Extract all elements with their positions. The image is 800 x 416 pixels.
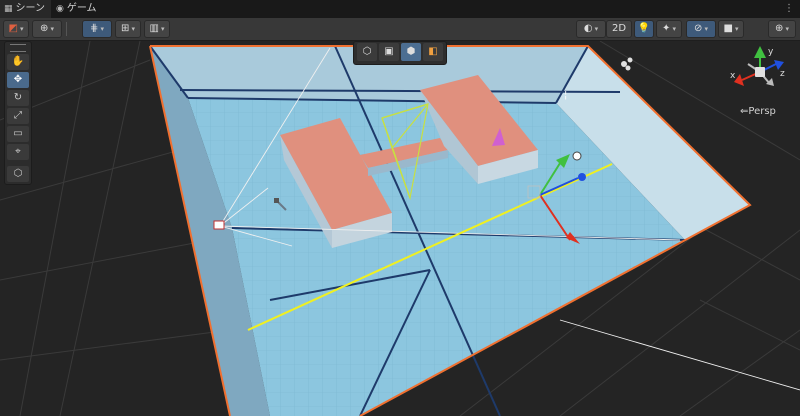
tab-bar: ▦ シーン ◉ ゲーム ⋮ bbox=[0, 0, 800, 19]
move-icon: ✥ bbox=[13, 74, 23, 85]
gamepad-icon: ◉ bbox=[56, 4, 64, 14]
scene-render: ¦ bbox=[0, 41, 800, 416]
globe-icon: ⊕ bbox=[40, 23, 49, 34]
mode-2d-button[interactable]: 2D bbox=[606, 20, 632, 38]
chevron-down-icon: ▾ bbox=[594, 25, 599, 33]
light-bulb-icon: 💡 bbox=[637, 23, 651, 34]
draw-mode-button[interactable]: ◩ ▾ bbox=[3, 20, 29, 38]
projection-label[interactable]: ⇐Persp bbox=[740, 106, 776, 117]
more-options-icon[interactable]: ⋮ bbox=[784, 0, 794, 18]
overlay-toolbar: ⬡ ▣ ⬢ ◧ bbox=[353, 41, 447, 65]
custom-tool-button[interactable]: ⬡ bbox=[7, 166, 29, 182]
scene-toolbar: ◩ ▾ ⊕ ▾ ⋕ ▾ ⊞ ▾ ▥ ▾ ◐ ▾ 2D 💡 ✦ ▾ ⊘ ▾ ■ ▾ ⊕ ▾ bbox=[0, 18, 800, 41]
camera-icon: ■ bbox=[723, 23, 733, 34]
scene-light-button[interactable]: 💡 bbox=[634, 20, 654, 38]
effects-button[interactable]: ✦ ▾ bbox=[656, 20, 682, 38]
gizmos-icon: ⊕ bbox=[775, 23, 784, 34]
chevron-down-icon: ▾ bbox=[734, 25, 739, 33]
rotate-icon: ↻ bbox=[13, 92, 23, 103]
mode-2d-label: 2D bbox=[611, 23, 627, 34]
chevron-down-icon: ▾ bbox=[100, 25, 104, 33]
visibility-button[interactable]: ⊘ ▾ bbox=[686, 20, 716, 38]
chevron-down-icon: ▾ bbox=[704, 25, 708, 33]
scale-icon: ⤢ bbox=[14, 110, 22, 121]
gizmo-axis-y: y bbox=[768, 47, 774, 57]
audio-icon: ▥ bbox=[149, 23, 159, 34]
cube-wire-button[interactable]: ⬡ bbox=[357, 43, 377, 61]
effects-icon: ✦ bbox=[662, 23, 671, 34]
lighting-icon: ◐ bbox=[583, 23, 593, 34]
tab-scene[interactable]: ▦ シーン bbox=[0, 0, 52, 18]
transform-icon: ⌖ bbox=[15, 146, 21, 157]
chevron-down-icon: ▾ bbox=[19, 25, 24, 33]
chevron-down-icon: ▾ bbox=[160, 25, 165, 33]
gizmo-axis-x: x bbox=[730, 71, 736, 81]
audio-toggle-button[interactable]: ▥ ▾ bbox=[144, 20, 170, 38]
pivot-rotation-button[interactable]: ⊕ ▾ bbox=[32, 20, 62, 38]
rect-tool-button[interactable]: ▭ bbox=[7, 126, 29, 142]
increment-snap-button[interactable]: ⊞ ▾ bbox=[115, 20, 141, 38]
shading-icon: ◩ bbox=[8, 23, 18, 34]
chevron-down-icon: ▾ bbox=[50, 25, 54, 33]
panel-grip[interactable] bbox=[10, 44, 26, 52]
tool-panel: ✋ ✥ ↻ ⤢ ▭ ⌖ ⬡ bbox=[4, 41, 32, 185]
light-icon bbox=[213, 220, 225, 230]
persp-text: Persp bbox=[748, 106, 776, 117]
tab-game-label: ゲーム bbox=[66, 3, 97, 14]
chevron-down-icon: ▾ bbox=[131, 25, 135, 33]
svg-text:¦: ¦ bbox=[564, 90, 567, 101]
grid-snap-icon: ⋕ bbox=[90, 23, 99, 34]
increment-snap-icon: ⊞ bbox=[121, 23, 130, 34]
lighting-toggle-button[interactable]: ◐ ▾ bbox=[576, 20, 606, 38]
scene-viewport[interactable]: ¦ bbox=[0, 41, 800, 416]
chevron-down-icon: ▾ bbox=[785, 25, 789, 33]
gizmos-button[interactable]: ⊕ ▾ bbox=[768, 20, 796, 38]
grid-icon: ▦ bbox=[4, 4, 13, 14]
view-tool-button[interactable]: ✋ bbox=[7, 54, 29, 70]
cube-icon: ⬡ bbox=[13, 168, 23, 179]
scale-tool-button[interactable]: ⤢ bbox=[7, 108, 29, 124]
rect-icon: ▭ bbox=[13, 128, 23, 139]
chevron-down-icon: ▾ bbox=[672, 25, 676, 33]
grid-snap-button[interactable]: ⋕ ▾ bbox=[82, 20, 112, 38]
rect-select-button[interactable]: ▣ bbox=[379, 43, 399, 61]
camera-settings-button[interactable]: ■ ▾ bbox=[718, 20, 744, 38]
cube-orange-button[interactable]: ◧ bbox=[423, 43, 443, 61]
move-tool-button[interactable]: ✥ bbox=[7, 72, 29, 88]
transform-tool-button[interactable]: ⌖ bbox=[7, 144, 29, 160]
toolbar-divider bbox=[66, 22, 67, 36]
tab-scene-label: シーン bbox=[15, 3, 46, 14]
gizmo-axis-z: z bbox=[780, 69, 785, 79]
rotate-tool-button[interactable]: ↻ bbox=[7, 90, 29, 106]
hand-icon: ✋ bbox=[11, 56, 25, 67]
tab-game[interactable]: ◉ ゲーム bbox=[52, 0, 103, 18]
visibility-icon: ⊘ bbox=[694, 23, 703, 34]
cube-solid-button[interactable]: ⬢ bbox=[401, 43, 421, 61]
